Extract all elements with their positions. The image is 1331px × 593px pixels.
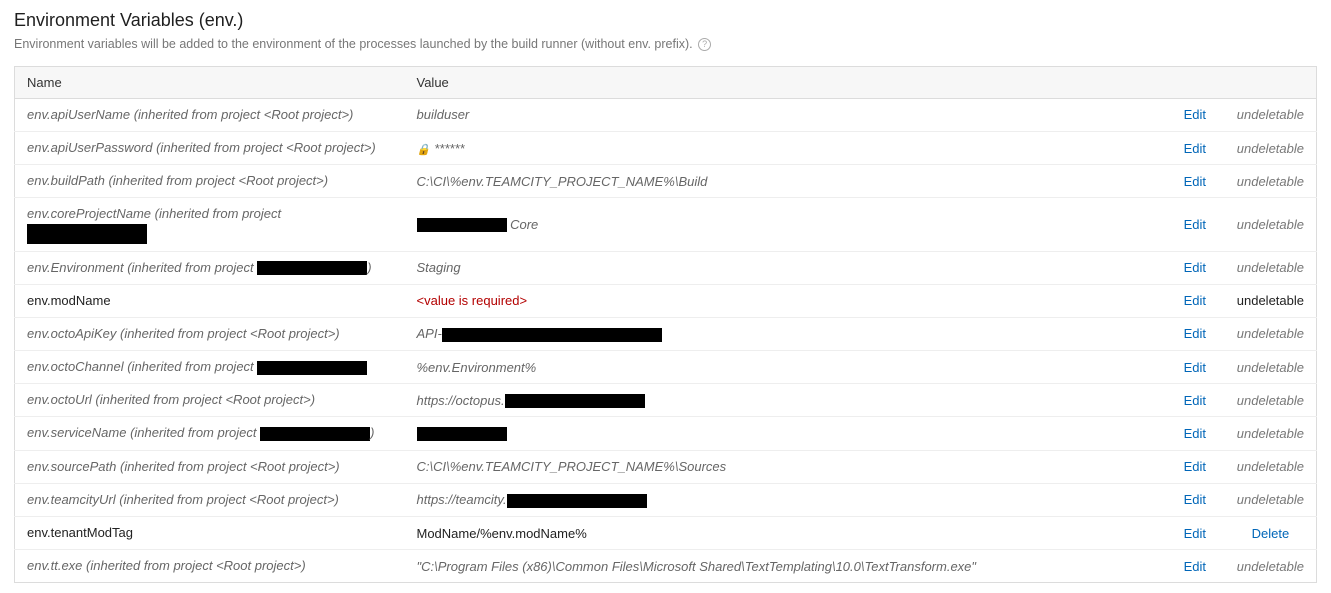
redacted bbox=[260, 427, 370, 441]
edit-link[interactable]: Edit bbox=[1184, 174, 1206, 189]
table-row: env.apiUserPassword (inherited from proj… bbox=[15, 131, 1317, 164]
edit-link[interactable]: Edit bbox=[1184, 260, 1206, 275]
undeletable-label: undeletable bbox=[1237, 360, 1304, 375]
table-row: env.apiUserName (inherited from project … bbox=[15, 98, 1317, 131]
var-value: <value is required> bbox=[405, 284, 1165, 317]
var-value: ModName/%env.modName% bbox=[405, 517, 1165, 550]
redacted bbox=[257, 361, 367, 375]
undeletable-label: undeletable bbox=[1237, 459, 1304, 474]
section-description-text: Environment variables will be added to t… bbox=[14, 37, 693, 51]
undeletable-label: undeletable bbox=[1237, 141, 1304, 156]
table-row: env.serviceName (inherited from project … bbox=[15, 417, 1317, 450]
edit-link[interactable]: Edit bbox=[1184, 107, 1206, 122]
var-name: env.serviceName (inherited from project … bbox=[15, 417, 405, 450]
section-title: Environment Variables (env.) bbox=[14, 10, 1317, 31]
undeletable-label: undeletable bbox=[1237, 293, 1304, 308]
env-vars-table: Name Value env.apiUserName (inherited fr… bbox=[14, 66, 1317, 584]
var-name: env.octoUrl (inherited from project <Roo… bbox=[15, 384, 405, 417]
edit-link[interactable]: Edit bbox=[1184, 526, 1206, 541]
undeletable-label: undeletable bbox=[1237, 326, 1304, 341]
var-name: env.teamcityUrl (inherited from project … bbox=[15, 483, 405, 516]
table-row: env.sourcePath (inherited from project <… bbox=[15, 450, 1317, 483]
table-row: env.tenantModTagModName/%env.modName% Edi… bbox=[15, 517, 1317, 550]
var-name: env.apiUserName (inherited from project … bbox=[15, 98, 405, 131]
redacted bbox=[417, 427, 507, 441]
var-name: env.octoChannel (inherited from project bbox=[15, 351, 405, 384]
help-icon[interactable]: ? bbox=[698, 38, 711, 51]
table-row: env.teamcityUrl (inherited from project … bbox=[15, 483, 1317, 516]
edit-link[interactable]: Edit bbox=[1184, 393, 1206, 408]
undeletable-label: undeletable bbox=[1237, 393, 1304, 408]
var-value: https://teamcity. bbox=[405, 483, 1165, 516]
redacted bbox=[417, 218, 507, 232]
edit-link[interactable]: Edit bbox=[1184, 293, 1206, 308]
redacted bbox=[257, 261, 367, 275]
edit-link[interactable]: Edit bbox=[1184, 360, 1206, 375]
var-name: env.apiUserPassword (inherited from proj… bbox=[15, 131, 405, 164]
col-header-value: Value bbox=[405, 66, 1165, 98]
redacted bbox=[505, 394, 645, 408]
table-row: env.octoUrl (inherited from project <Roo… bbox=[15, 384, 1317, 417]
var-value: C:\CI\%env.TEAMCITY_PROJECT_NAME%\Build bbox=[405, 165, 1165, 198]
var-name: env.sourcePath (inherited from project <… bbox=[15, 450, 405, 483]
edit-link[interactable]: Edit bbox=[1184, 492, 1206, 507]
table-row: env.octoApiKey (inherited from project <… bbox=[15, 317, 1317, 350]
table-row: env.coreProjectName (inherited from proj… bbox=[15, 198, 1317, 251]
table-row: env.Environment (inherited from project … bbox=[15, 251, 1317, 284]
table-row: env.octoChannel (inherited from project … bbox=[15, 351, 1317, 384]
section-description: Environment variables will be added to t… bbox=[14, 35, 1317, 54]
edit-link[interactable]: Edit bbox=[1184, 459, 1206, 474]
var-value: Staging bbox=[405, 251, 1165, 284]
undeletable-label: undeletable bbox=[1237, 559, 1304, 574]
col-header-name: Name bbox=[15, 66, 405, 98]
table-row: env.tt.exe (inherited from project <Root… bbox=[15, 550, 1317, 583]
var-value: 🔒****** bbox=[405, 131, 1165, 164]
var-value: C:\CI\%env.TEAMCITY_PROJECT_NAME%\Source… bbox=[405, 450, 1165, 483]
edit-link[interactable]: Edit bbox=[1184, 141, 1206, 156]
col-header-edit bbox=[1165, 66, 1225, 98]
table-row: env.buildPath (inherited from project <R… bbox=[15, 165, 1317, 198]
var-name: env.modName bbox=[15, 284, 405, 317]
delete-link[interactable]: Delete bbox=[1252, 526, 1290, 541]
var-name: env.buildPath (inherited from project <R… bbox=[15, 165, 405, 198]
undeletable-label: undeletable bbox=[1237, 217, 1304, 232]
undeletable-label: undeletable bbox=[1237, 260, 1304, 275]
undeletable-label: undeletable bbox=[1237, 492, 1304, 507]
table-row: env.modName<value is required> Edit undele… bbox=[15, 284, 1317, 317]
col-header-delete bbox=[1225, 66, 1317, 98]
var-name: env.octoApiKey (inherited from project <… bbox=[15, 317, 405, 350]
edit-link[interactable]: Edit bbox=[1184, 559, 1206, 574]
lock-icon: 🔒 bbox=[417, 143, 431, 156]
var-value: "C:\Program Files (x86)\Common Files\Mic… bbox=[405, 550, 1165, 583]
redacted bbox=[442, 328, 662, 342]
var-name: env.tenantModTag bbox=[15, 517, 405, 550]
var-value bbox=[405, 417, 1165, 450]
edit-link[interactable]: Edit bbox=[1184, 426, 1206, 441]
var-value: %env.Environment% bbox=[405, 351, 1165, 384]
edit-link[interactable]: Edit bbox=[1184, 217, 1206, 232]
redacted bbox=[27, 224, 147, 244]
var-name: env.tt.exe (inherited from project <Root… bbox=[15, 550, 405, 583]
var-value: API- bbox=[405, 317, 1165, 350]
var-value: https://octopus. bbox=[405, 384, 1165, 417]
var-value: builduser bbox=[405, 98, 1165, 131]
redacted bbox=[507, 494, 647, 508]
var-name: env.Environment (inherited from project … bbox=[15, 251, 405, 284]
undeletable-label: undeletable bbox=[1237, 174, 1304, 189]
var-name: env.coreProjectName (inherited from proj… bbox=[15, 198, 405, 251]
edit-link[interactable]: Edit bbox=[1184, 326, 1206, 341]
undeletable-label: undeletable bbox=[1237, 426, 1304, 441]
var-value: Core bbox=[405, 198, 1165, 251]
undeletable-label: undeletable bbox=[1237, 107, 1304, 122]
